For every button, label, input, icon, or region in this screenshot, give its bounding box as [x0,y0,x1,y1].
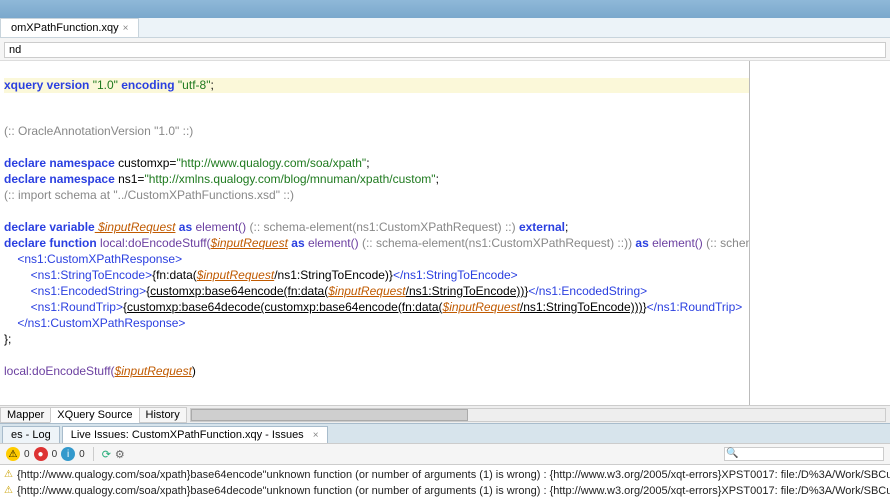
editor-bottom-tabs: Mapper XQuery Source History [0,405,890,423]
t: element() [649,236,706,250]
filter-input[interactable] [724,447,884,461]
t: declare namespace [4,156,115,170]
file-tab[interactable]: omXPathFunction.xqy × [0,18,139,37]
t: declare variable [4,220,95,234]
t: declare function [4,236,97,250]
t: external [519,220,565,234]
error-count: 0 [52,449,58,460]
error-icon[interactable]: ● [34,447,48,461]
t: as [635,236,648,250]
warning-icon: ⚠ [4,483,13,499]
issues-tab-row: es - Log Live Issues: CustomXPathFunctio… [0,423,890,443]
t: /ns1:StringToEncode)) [406,284,525,298]
separator [93,447,94,461]
t: $inputRequest [211,236,288,250]
gear-icon[interactable]: ⚙ [115,448,125,461]
editor-tab-row: omXPathFunction.xqy × [0,18,890,38]
info-count: 0 [79,449,85,460]
tab-messages-log[interactable]: es - Log [2,426,60,443]
t: (:: schema-element(ns1:CustomXPathReques… [246,220,519,234]
t: ; [436,172,439,186]
t: }; [4,332,11,346]
issue-row[interactable]: ⚠{http://www.qualogy.com/soa/xpath}base6… [4,483,886,499]
warning-icon[interactable]: ⚠ [6,447,20,461]
search-input[interactable] [4,42,886,58]
close-icon[interactable]: × [313,430,319,441]
t: ; [210,78,213,92]
t: "1.0" [93,78,118,92]
t: local:doEncodeStuff( [97,236,211,250]
editor-search-bar [0,38,890,61]
warning-count: 0 [24,449,30,460]
close-icon[interactable]: × [123,23,129,34]
t: $inputRequest [443,300,520,314]
tab-mapper[interactable]: Mapper [0,407,51,423]
t: <ns1:EncodedString> [4,284,146,298]
scroll-thumb[interactable] [191,409,469,421]
t: {fn:data( [152,268,197,282]
t: </ns1:EncodedString> [528,284,647,298]
t: customxp:base64encode(fn:data( [150,284,328,298]
t: /ns1:StringToEncode)} [274,268,393,282]
t: "http://www.qualogy.com/soa/xpath" [176,156,366,170]
t: "utf-8" [178,78,211,92]
tab-history[interactable]: History [139,407,187,423]
refresh-icon[interactable]: ⟳ [102,448,111,461]
t: "http://xmlns.qualogy.com/blog/mnuman/xp… [144,172,435,186]
t: (:: OracleAnnotationVersion "1.0" ::) [4,124,193,138]
t: </ns1:RoundTrip> [647,300,743,314]
t: $inputRequest [95,220,176,234]
tab-live-issues[interactable]: Live Issues: CustomXPathFunction.xqy - I… [62,426,328,443]
t: $inputRequest [115,364,192,378]
warning-icon: ⚠ [4,467,13,483]
t: encoding [118,78,178,92]
issue-text: {http://www.qualogy.com/soa/xpath}base64… [17,483,890,499]
issues-list: ⚠{http://www.qualogy.com/soa/xpath}base6… [0,465,890,500]
t: </ns1:CustomXPathResponse> [4,316,185,330]
t: ; [366,156,369,170]
t: customxp:base64decode(customxp:base64enc… [127,300,443,314]
t: (:: schema-element(ns1: [706,236,750,250]
t: as [175,220,195,234]
t: $inputRequest [328,284,405,298]
t: (:: schema-element(ns1:CustomXPathReques… [359,236,636,250]
t: element() [308,236,359,250]
t: declare namespace [4,172,115,186]
search-icon: 🔍 [726,448,738,459]
filter-box: 🔍 [724,447,884,461]
tab-live-issues-label: Live Issues: CustomXPathFunction.xqy - I… [71,429,304,441]
horizontal-scrollbar[interactable] [190,408,886,422]
t: <ns1:StringToEncode> [4,268,152,282]
t: </ns1:StringToEncode> [393,268,518,282]
code-editor[interactable]: xquery version "1.0" encoding "utf-8"; (… [0,61,750,405]
tab-xquery-source[interactable]: XQuery Source [50,407,139,423]
t: $inputRequest [197,268,274,282]
t: (:: import schema at "../CustomXPathFunc… [4,188,294,202]
issue-text: {http://www.qualogy.com/soa/xpath}base64… [17,467,890,483]
t: <ns1:RoundTrip> [4,300,123,314]
t: ns1= [115,172,145,186]
file-tab-label: omXPathFunction.xqy [11,22,119,34]
window-titlebar [0,0,890,18]
t: ) [192,364,196,378]
t: /ns1:StringToEncode))) [520,300,643,314]
t: xquery version [4,78,93,92]
issue-row[interactable]: ⚠{http://www.qualogy.com/soa/xpath}base6… [4,467,886,483]
t: ; [565,220,568,234]
t: customxp= [115,156,177,170]
info-icon[interactable]: i [61,447,75,461]
t: as [288,236,308,250]
t: <ns1:CustomXPathResponse> [4,252,182,266]
issues-toolbar: ⚠0 ●0 i0 ⟳ ⚙ 🔍 [0,443,890,465]
t: local:doEncodeStuff( [4,364,115,378]
t: element() [195,220,246,234]
